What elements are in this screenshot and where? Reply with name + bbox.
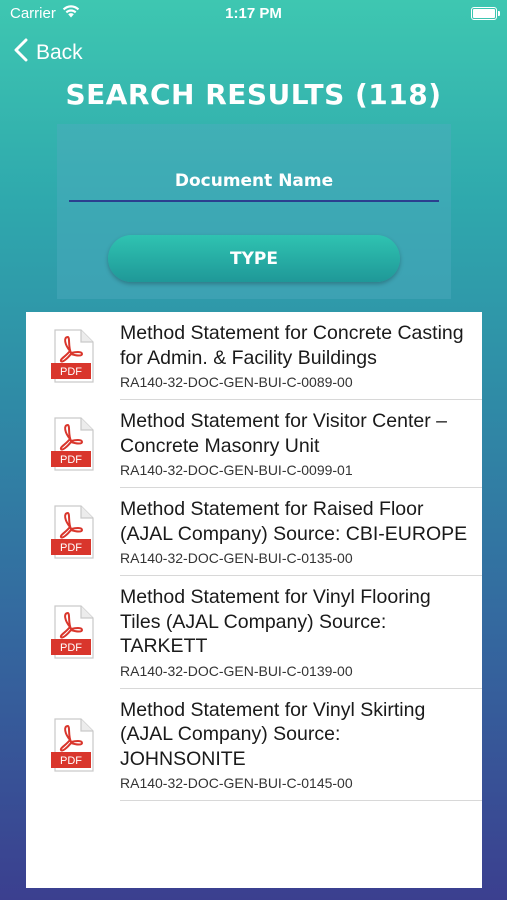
- result-code: RA140-32-DOC-GEN-BUI-C-0135-00: [120, 550, 353, 566]
- pdf-icon: PDF: [26, 605, 120, 659]
- pdf-icon: PDF: [26, 718, 120, 772]
- result-text: Method Statement for Raised Floor (AJAL …: [120, 488, 482, 576]
- svg-text:PDF: PDF: [60, 454, 82, 466]
- result-title: Method Statement for Vinyl Skirting (AJA…: [120, 698, 426, 770]
- status-bar: Carrier 1:17 PM: [0, 0, 507, 28]
- status-time: 1:17 PM: [225, 5, 282, 22]
- battery-icon: [471, 7, 500, 20]
- result-text: Method Statement for Vinyl Flooring Tile…: [120, 576, 482, 689]
- result-text: Method Statement for Concrete Casting fo…: [120, 312, 482, 400]
- result-title: Method Statement for Visitor Center – Co…: [120, 410, 447, 457]
- result-item[interactable]: PDF Method Statement for Concrete Castin…: [26, 312, 482, 400]
- chevron-left-icon: [14, 38, 28, 68]
- result-text: Method Statement for Vinyl Skirting (AJA…: [120, 689, 482, 801]
- result-item[interactable]: PDF Method Statement for Visitor Center …: [26, 400, 482, 488]
- result-title: Method Statement for Vinyl Flooring Tile…: [120, 586, 431, 657]
- result-code: RA140-32-DOC-GEN-BUI-C-0145-00: [120, 775, 353, 791]
- pdf-icon: PDF: [26, 329, 120, 383]
- pdf-icon: PDF: [26, 505, 120, 559]
- svg-text:PDF: PDF: [60, 366, 82, 378]
- result-code: RA140-32-DOC-GEN-BUI-C-0139-00: [120, 662, 353, 679]
- document-name-input[interactable]: [69, 162, 439, 202]
- result-item[interactable]: PDF Method Statement for Vinyl Flooring …: [26, 576, 482, 689]
- back-button[interactable]: Back: [14, 38, 83, 68]
- result-title: Method Statement for Raised Floor (AJAL …: [120, 498, 468, 545]
- result-item[interactable]: PDF Method Statement for Raised Floor (A…: [26, 488, 482, 576]
- result-text: Method Statement for Visitor Center – Co…: [120, 400, 482, 488]
- result-item[interactable]: PDF Method Statement for Vinyl Skirting …: [26, 689, 482, 801]
- svg-text:PDF: PDF: [60, 755, 82, 767]
- search-panel: TYPE: [57, 124, 451, 299]
- svg-text:PDF: PDF: [60, 642, 82, 654]
- result-code: RA140-32-DOC-GEN-BUI-C-0099-01: [120, 462, 353, 478]
- svg-text:PDF: PDF: [60, 542, 82, 554]
- back-label: Back: [36, 41, 83, 64]
- results-list[interactable]: PDF Method Statement for Concrete Castin…: [26, 312, 482, 888]
- pdf-icon: PDF: [26, 417, 120, 471]
- type-button[interactable]: TYPE: [108, 235, 400, 282]
- page-title: SEARCH RESULTS (118): [65, 78, 442, 111]
- result-code: RA140-32-DOC-GEN-BUI-C-0089-00: [120, 374, 353, 390]
- result-title: Method Statement for Concrete Casting fo…: [120, 322, 464, 369]
